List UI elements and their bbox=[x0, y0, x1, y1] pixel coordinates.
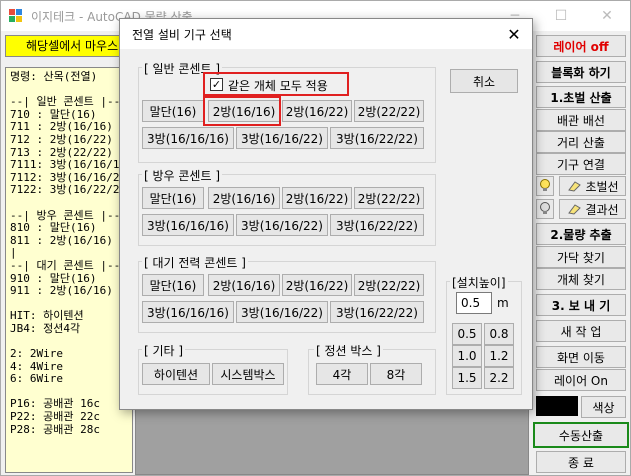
group-etc-label: [ 기타 ] bbox=[142, 342, 186, 359]
hint-bar: 해당셀에서 마우스 bbox=[5, 35, 133, 57]
height-1.0-button[interactable]: 1.0 bbox=[452, 345, 482, 367]
g2-2way-22-22-button[interactable]: 2방(22/22) bbox=[354, 187, 424, 209]
find-strand-button[interactable]: 가닥 찾기 bbox=[536, 246, 626, 268]
g3-3way-16-16-22-button[interactable]: 3방(16/16/22) bbox=[236, 301, 328, 323]
system-box-button[interactable]: 시스템박스 bbox=[212, 363, 284, 385]
step1-button[interactable]: 1.초벌 산출 bbox=[536, 86, 626, 108]
g3-3way-16-16-16-button[interactable]: 3방(16/16/16) bbox=[142, 301, 234, 323]
group-rainproof-label: [ 방우 콘센트 ] bbox=[142, 167, 223, 184]
step3-button[interactable]: 3. 보 내 기 bbox=[536, 294, 626, 316]
group-junction-label: [ 정션 박스 ] bbox=[314, 342, 383, 359]
height-1.5-button[interactable]: 1.5 bbox=[452, 367, 482, 389]
eraser-icon bbox=[568, 181, 582, 192]
layer-on-button[interactable]: 레이어 On bbox=[536, 369, 626, 391]
app-icon bbox=[9, 9, 23, 23]
height-2.2-button[interactable]: 2.2 bbox=[484, 367, 514, 389]
find-object-button[interactable]: 개체 찾기 bbox=[536, 268, 626, 290]
g2-3way-16-16-16-button[interactable]: 3방(16/16/16) bbox=[142, 214, 234, 236]
g3-2way-16-16-button[interactable]: 2방(16/16) bbox=[208, 274, 280, 296]
connect-button[interactable]: 기구 연결 bbox=[536, 153, 626, 175]
step2-button[interactable]: 2.물량 추출 bbox=[536, 223, 626, 245]
g2-2way-16-22-button[interactable]: 2방(16/22) bbox=[282, 187, 352, 209]
chobeol-line-button[interactable]: 초벌선 bbox=[559, 176, 626, 196]
eraser-icon bbox=[568, 204, 582, 215]
g1-2way-16-22-button[interactable]: 2방(16/22) bbox=[282, 100, 352, 122]
dialog-title: 전열 설비 기구 선택 bbox=[132, 27, 232, 42]
exit-button[interactable]: 종 료 bbox=[536, 451, 626, 473]
g2-3way-16-16-22-button[interactable]: 3방(16/16/22) bbox=[236, 214, 328, 236]
same-object-checkbox[interactable]: ✓ bbox=[210, 78, 223, 91]
height-0.8-button[interactable]: 0.8 bbox=[484, 323, 514, 345]
g1-3way-16-22-22-button[interactable]: 3방(16/22/22) bbox=[330, 127, 424, 149]
new-job-button[interactable]: 새 작 업 bbox=[536, 320, 626, 342]
dialog-close-icon[interactable]: ✕ bbox=[496, 19, 532, 49]
same-object-label: 같은 개체 모두 적용 bbox=[228, 79, 328, 93]
close-icon[interactable]: ✕ bbox=[584, 1, 630, 31]
block-button[interactable]: 블록화 하기 bbox=[536, 61, 626, 83]
bulb-off-icon[interactable] bbox=[536, 199, 554, 219]
g3-2way-22-22-button[interactable]: 2방(22/22) bbox=[354, 274, 424, 296]
height-1.2-button[interactable]: 1.2 bbox=[484, 345, 514, 367]
g1-2way-16-16-button[interactable]: 2방(16/16) bbox=[208, 100, 280, 122]
color-swatch[interactable] bbox=[536, 396, 578, 416]
dialog-titlebar[interactable]: 전열 설비 기구 선택 bbox=[120, 19, 532, 49]
g3-end16-button[interactable]: 말단(16) bbox=[142, 274, 204, 296]
g1-3way-16-16-22-button[interactable]: 3방(16/16/22) bbox=[236, 127, 328, 149]
g3-2way-16-22-button[interactable]: 2방(16/22) bbox=[282, 274, 352, 296]
manual-calc-button[interactable]: 수동산출 bbox=[533, 422, 629, 448]
command-log[interactable]: 명령: 산목(전열) --| 일반 콘센트 |-- 710 : 말단(16) 7… bbox=[5, 67, 133, 473]
color-button[interactable]: 색상 bbox=[581, 396, 626, 418]
group-general-label: [ 일반 콘센트 ] bbox=[142, 60, 223, 77]
g1-3way-16-16-16-button[interactable]: 3방(16/16/16) bbox=[142, 127, 234, 149]
distance-button[interactable]: 거리 산출 bbox=[536, 131, 626, 153]
cancel-button[interactable]: 취소 bbox=[450, 69, 518, 93]
g3-3way-16-22-22-button[interactable]: 3방(16/22/22) bbox=[330, 301, 424, 323]
height-0.5-button[interactable]: 0.5 bbox=[452, 323, 482, 345]
install-height-input[interactable]: 0.5 bbox=[456, 292, 492, 314]
bulb-icon[interactable] bbox=[536, 176, 554, 196]
layer-off-button[interactable]: 레이어 off bbox=[536, 35, 626, 57]
chobeol-label: 초벌선 bbox=[585, 179, 619, 194]
pipe-wiring-button[interactable]: 배관 배선 bbox=[536, 109, 626, 131]
g2-3way-16-22-22-button[interactable]: 3방(16/22/22) bbox=[330, 214, 424, 236]
install-height-unit: m bbox=[497, 296, 509, 310]
g1-2way-22-22-button[interactable]: 2방(22/22) bbox=[354, 100, 424, 122]
high-tension-button[interactable]: 하이텐션 bbox=[142, 363, 210, 385]
junction-4gak-button[interactable]: 4각 bbox=[316, 363, 368, 385]
junction-8gak-button[interactable]: 8각 bbox=[370, 363, 422, 385]
g2-2way-16-16-button[interactable]: 2방(16/16) bbox=[208, 187, 280, 209]
g2-end16-button[interactable]: 말단(16) bbox=[142, 187, 204, 209]
install-height-label: [설치높이] bbox=[450, 274, 508, 291]
maximize-icon[interactable]: ☐ bbox=[538, 1, 584, 31]
equipment-select-dialog: 전열 설비 기구 선택 ✕ [ 일반 콘센트 ] ✓ 같은 개체 모두 적용 취… bbox=[119, 18, 533, 410]
result-label: 결과선 bbox=[585, 202, 619, 217]
group-standby-label: [ 대기 전력 콘센트 ] bbox=[142, 254, 248, 271]
screen-move-button[interactable]: 화면 이동 bbox=[536, 346, 626, 368]
result-line-button[interactable]: 결과선 bbox=[559, 199, 626, 219]
g1-end16-button[interactable]: 말단(16) bbox=[142, 100, 204, 122]
